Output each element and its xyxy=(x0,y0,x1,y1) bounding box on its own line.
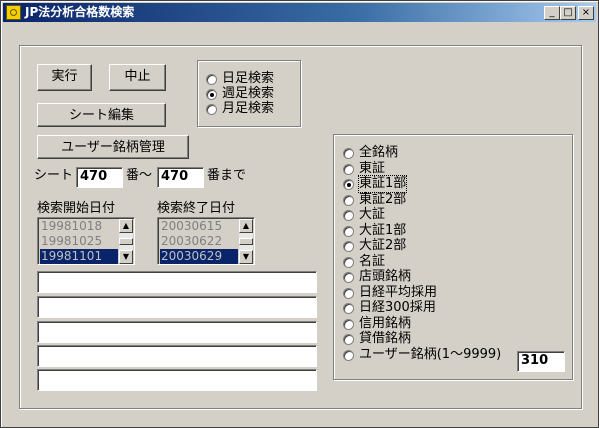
radio-button-icon[interactable] xyxy=(206,89,217,100)
minimize-button[interactable]: _ xyxy=(544,6,560,20)
start-date-item-selected[interactable]: 19981101 xyxy=(40,249,118,264)
scroll-down-arrow-icon[interactable]: ▼ xyxy=(239,250,253,264)
start-date-item[interactable]: 19981025 xyxy=(40,234,118,249)
end-date-item-selected[interactable]: 20030629 xyxy=(160,249,238,264)
end-date-list[interactable]: 20030615 20030622 20030629 ▲ ▼ xyxy=(157,217,255,265)
stop-button[interactable]: 中止 xyxy=(109,64,166,91)
market-option-label: 貸借銘柄 xyxy=(359,331,412,346)
app-icon[interactable] xyxy=(6,5,21,20)
market-option-label: 日経平均採用 xyxy=(359,284,438,300)
radio-button-icon[interactable] xyxy=(206,74,217,85)
radio-button-icon[interactable] xyxy=(343,194,354,206)
radio-button-icon[interactable] xyxy=(343,349,354,361)
scroll-down-arrow-icon[interactable]: ▼ xyxy=(119,250,133,264)
radio-button-icon[interactable] xyxy=(343,256,354,268)
market-option-label: 東証2部 xyxy=(359,191,407,207)
market-option-label: 信用銘柄 xyxy=(359,315,412,331)
radio-button-icon[interactable] xyxy=(343,287,354,299)
user-stock-count-input[interactable]: 310 xyxy=(517,351,565,372)
sheet-from-input[interactable]: 470 xyxy=(76,167,123,188)
scroll-up-arrow-icon[interactable]: ▲ xyxy=(239,219,253,233)
radio-button-icon[interactable] xyxy=(343,225,354,237)
period-option-label: 月足検索 xyxy=(222,101,275,116)
radio-button-icon[interactable] xyxy=(343,303,354,314)
market-option-label: 東証1部 xyxy=(357,175,408,193)
text-field-3[interactable] xyxy=(37,321,317,343)
start-date-scroll-thumb[interactable] xyxy=(119,238,133,245)
market-option-label: ユーザー銘柄(1〜9999) xyxy=(359,346,502,362)
radio-button-icon[interactable] xyxy=(343,148,354,159)
market-option-label: 店頭銘柄 xyxy=(359,269,412,284)
run-button[interactable]: 実行 xyxy=(37,64,92,91)
scroll-up-arrow-icon[interactable]: ▲ xyxy=(119,219,133,233)
maximize-button[interactable]: □ xyxy=(560,6,576,20)
market-option-label: 大証1部 xyxy=(359,222,407,238)
start-date-list[interactable]: 19981018 19981025 19981101 ▲ ▼ xyxy=(37,217,135,265)
period-option-label: 週足検索 xyxy=(222,86,275,101)
sheet-edit-button[interactable]: シート編集 xyxy=(37,103,166,127)
market-option-label: 大証 xyxy=(359,207,386,222)
text-field-2[interactable] xyxy=(37,296,317,318)
market-option-label: 日経300採用 xyxy=(359,300,436,315)
market-option-label: 大証2部 xyxy=(359,238,407,253)
sheet-prefix-label: シート xyxy=(34,168,74,183)
radio-button-icon[interactable] xyxy=(343,179,354,190)
sheet-suffix-label: 番まで xyxy=(207,168,247,183)
radio-button-icon[interactable] xyxy=(343,163,354,175)
radio-button-icon[interactable] xyxy=(343,241,354,252)
end-date-label: 検索終了日付 xyxy=(157,201,236,216)
market-option-label: 東証 xyxy=(359,160,386,176)
radio-button-icon[interactable] xyxy=(343,318,354,330)
end-date-item[interactable]: 20030615 xyxy=(160,219,238,234)
market-option-label: 名証 xyxy=(359,253,386,269)
market-option-label: 全銘柄 xyxy=(359,145,399,160)
close-button[interactable]: × xyxy=(578,6,594,20)
period-option-label: 日足検索 xyxy=(222,71,275,86)
main-window: JP法分析合格数検索 _ □ × 実行 中止 シート編集 ユーザー銘柄管理 日足… xyxy=(0,0,599,428)
text-field-4[interactable] xyxy=(37,345,317,367)
end-date-item[interactable]: 20030622 xyxy=(160,234,238,249)
text-field-1[interactable] xyxy=(37,271,317,293)
radio-button-icon[interactable] xyxy=(343,334,354,345)
sheet-to-input[interactable]: 470 xyxy=(157,167,204,188)
title-bar[interactable]: JP法分析合格数検索 _ □ × xyxy=(3,3,596,22)
radio-button-icon[interactable] xyxy=(343,210,354,221)
end-date-scroll-thumb[interactable] xyxy=(239,238,253,245)
start-date-label: 検索開始日付 xyxy=(37,201,116,216)
text-field-5[interactable] xyxy=(37,369,317,391)
start-date-item[interactable]: 19981018 xyxy=(40,219,118,234)
sheet-between-label: 番〜 xyxy=(126,168,153,183)
radio-button-icon[interactable] xyxy=(206,104,217,115)
user-stock-manage-button[interactable]: ユーザー銘柄管理 xyxy=(37,135,189,159)
radio-button-icon[interactable] xyxy=(343,272,354,283)
window-title: JP法分析合格数検索 xyxy=(25,5,135,19)
